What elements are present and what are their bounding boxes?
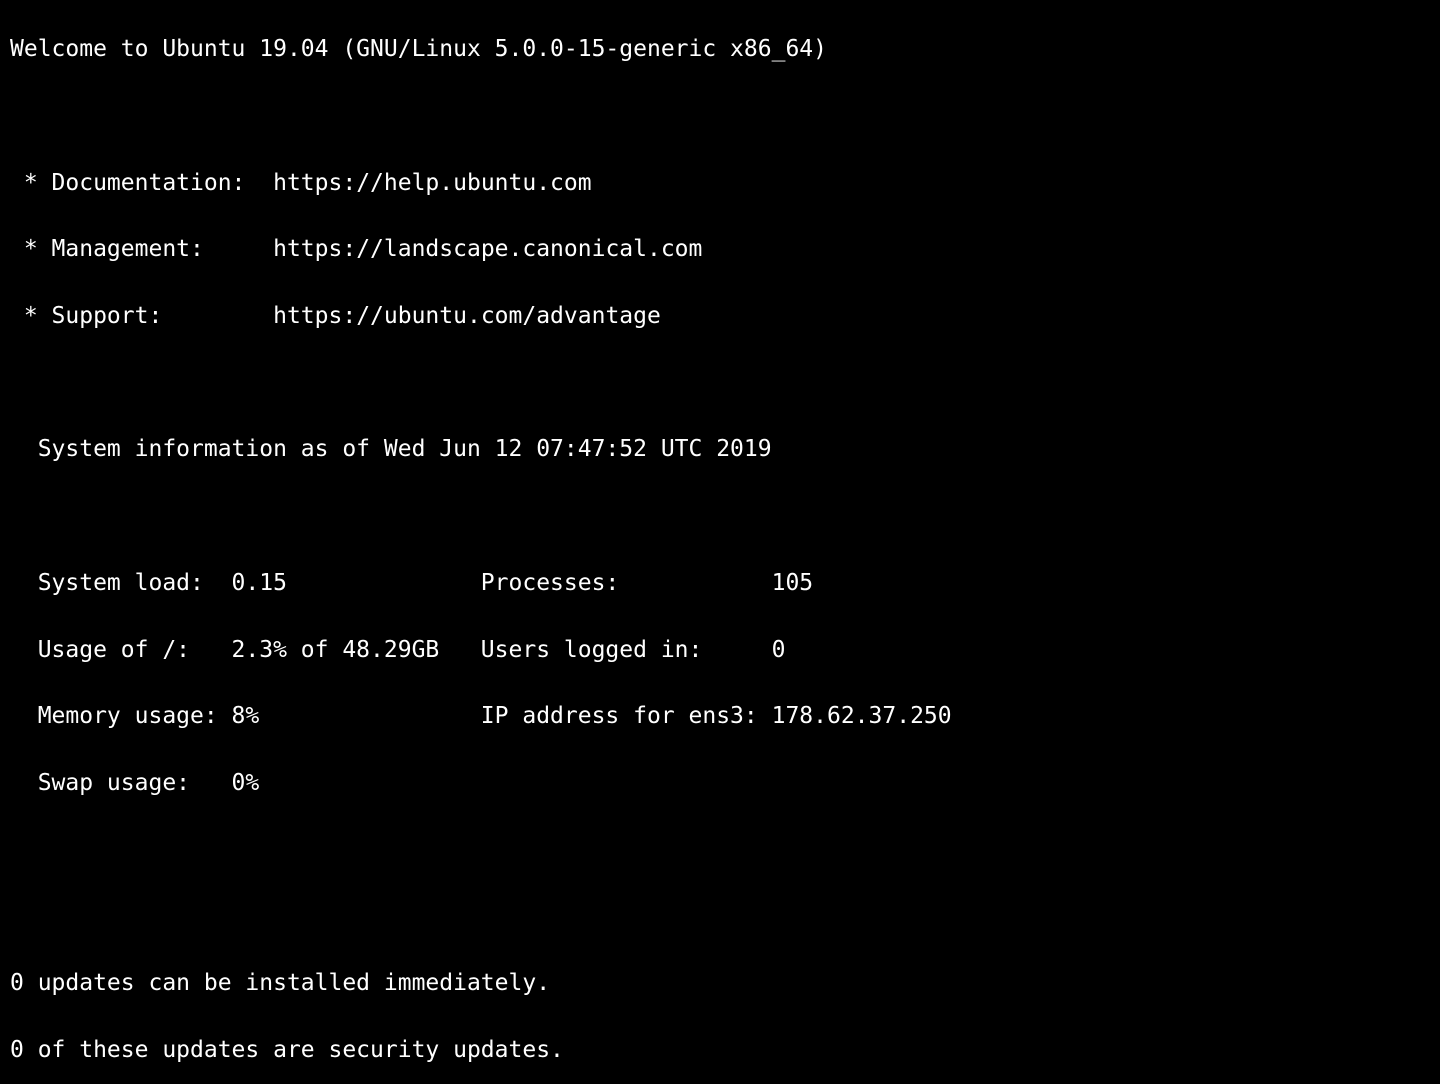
stat-row-swap: Swap usage: 0% xyxy=(10,767,1430,800)
updates-line-2: 0 of these updates are security updates. xyxy=(10,1034,1430,1067)
doc-link-line: * Documentation: https://help.ubuntu.com xyxy=(10,167,1430,200)
blank-line xyxy=(10,100,1430,133)
welcome-line: Welcome to Ubuntu 19.04 (GNU/Linux 5.0.0… xyxy=(10,33,1430,66)
doc-label: * Documentation: xyxy=(10,170,273,196)
blank-line xyxy=(10,900,1430,933)
stat-row-load-processes: System load: 0.15 Processes: 105 xyxy=(10,567,1430,600)
support-link-line: * Support: https://ubuntu.com/advantage xyxy=(10,300,1430,333)
blank-line xyxy=(10,367,1430,400)
sysinfo-header: System information as of Wed Jun 12 07:4… xyxy=(10,433,1430,466)
updates-line-1: 0 updates can be installed immediately. xyxy=(10,967,1430,1000)
stat-row-memory-ip: Memory usage: 8% IP address for ens3: 17… xyxy=(10,700,1430,733)
support-url: https://ubuntu.com/advantage xyxy=(273,303,661,329)
blank-line xyxy=(10,834,1430,867)
doc-url: https://help.ubuntu.com xyxy=(273,170,592,196)
support-label: * Support: xyxy=(10,303,273,329)
mgmt-label: * Management: xyxy=(10,236,273,262)
mgmt-link-line: * Management: https://landscape.canonica… xyxy=(10,233,1430,266)
mgmt-url: https://landscape.canonical.com xyxy=(273,236,702,262)
terminal[interactable]: Welcome to Ubuntu 19.04 (GNU/Linux 5.0.0… xyxy=(0,0,1440,1084)
blank-line xyxy=(10,500,1430,533)
stat-row-usage-users: Usage of /: 2.3% of 48.29GB Users logged… xyxy=(10,634,1430,667)
